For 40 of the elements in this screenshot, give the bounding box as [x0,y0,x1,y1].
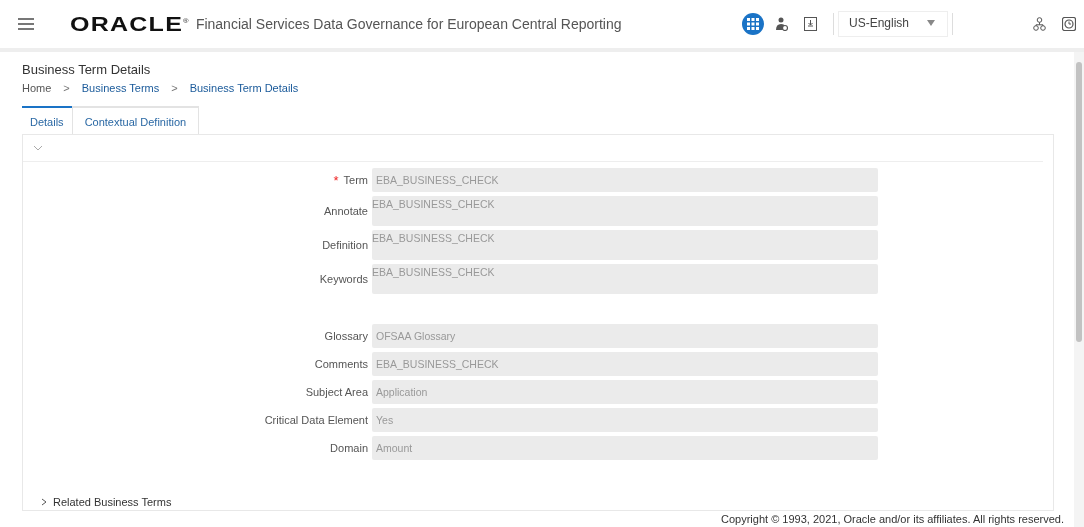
section-title[interactable]: Related Business Terms [53,496,172,508]
required-marker: * [333,172,339,188]
menu-icon[interactable] [18,18,34,30]
input-field[interactable]: Yes [372,408,878,432]
text-area[interactable]: EBA_BUSINESS_CHECK [372,264,878,294]
input-field[interactable]: Amount [372,436,878,460]
scrollbar[interactable] [1074,52,1084,527]
field-label: Critical Data Element [264,414,368,426]
chevron-right-icon[interactable] [41,498,47,506]
field-label: Domain [330,442,368,454]
user-settings-icon[interactable] [775,17,788,31]
tab[interactable]: Contextual Definition [71,106,200,134]
clock-icon[interactable] [1062,17,1076,31]
field-label: Glossary [324,330,368,342]
copyright-text: Copyright © 1993, 2021, Oracle and/or its affiliates. All rights reserved. [720,512,1064,527]
text-area[interactable]: EBA_BUSINESS_CHECK [372,196,878,226]
text-area[interactable]: EBA_BUSINESS_CHECK [372,230,878,260]
field-label: Subject Area [305,386,368,398]
app-title: Financial Services Data Governance for European Central Reporting [195,16,622,32]
breadcrumb-link[interactable]: Business Terms [81,82,160,94]
document-icon[interactable] [803,17,817,31]
input-field[interactable]: EBA_BUSINESS_CHECK [372,168,878,192]
oracle-logo: ORACLE$^{®}$ [70,12,190,36]
breadcrumb-link[interactable]: Home [22,82,52,94]
field-label: Definition [322,239,368,251]
input-field[interactable]: OFSAA Glossary [372,324,878,348]
input-field[interactable]: EBA_BUSINESS_CHECK [372,352,878,376]
apps-grid-icon[interactable] [741,13,764,35]
caret-icon [927,20,935,26]
field-label: Annotate [323,205,368,217]
field-label: Comments [314,358,368,370]
language-select[interactable]: US-English [837,11,948,37]
breadcrumb-separator: > [171,82,178,94]
hierarchy-icon[interactable] [1033,17,1046,31]
field-label: Term [343,174,368,186]
page-title: Business Term Details [22,62,152,77]
field-label: Keywords [319,273,368,285]
breadcrumb-link[interactable]: Business Term Details [189,82,299,94]
breadcrumb-separator: > [63,82,70,94]
input-field[interactable]: Application [372,380,878,404]
